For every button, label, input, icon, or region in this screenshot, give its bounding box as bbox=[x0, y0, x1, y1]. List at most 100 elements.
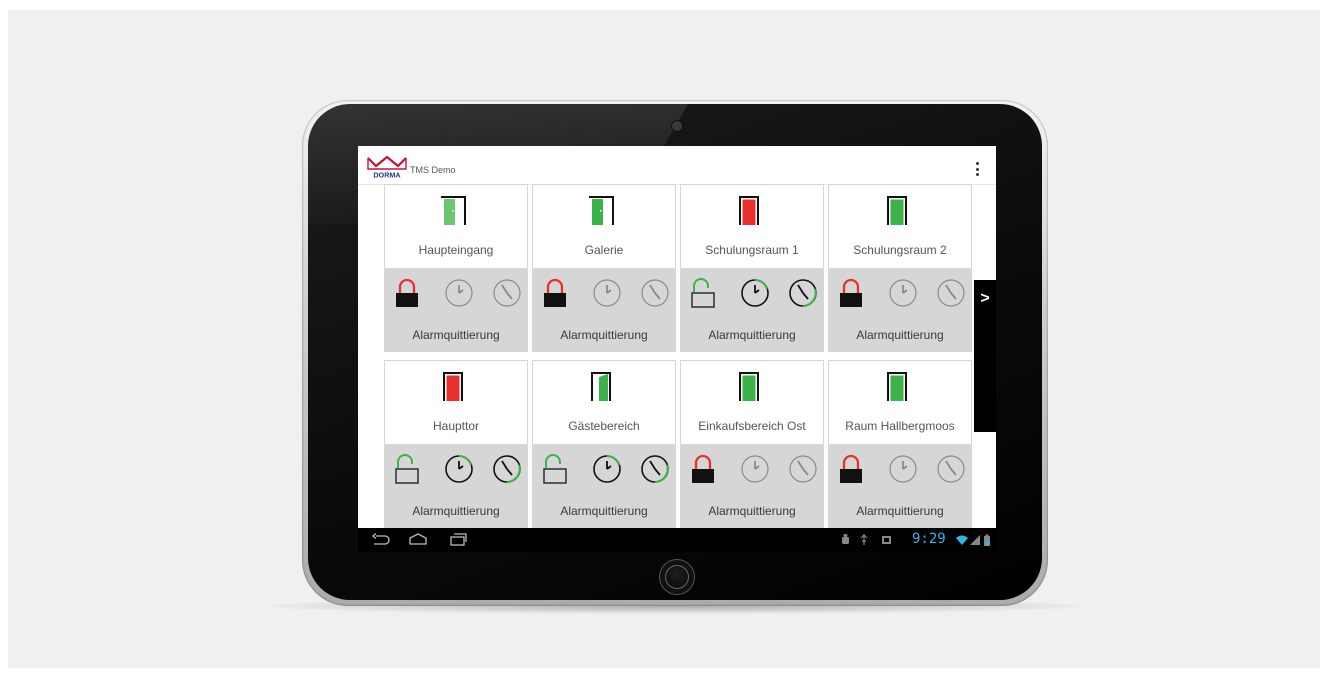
door-card[interactable]: Schulungsraum 1 Alarmquittierung bbox=[680, 184, 824, 352]
alarm-acknowledge-button[interactable]: Alarmquittierung bbox=[532, 504, 676, 518]
timer-clock-icon[interactable] bbox=[886, 278, 920, 308]
lock-open-icon[interactable] bbox=[394, 454, 420, 484]
status-icons-row bbox=[394, 278, 522, 308]
door-closed-icon bbox=[879, 371, 915, 401]
door-card-header[interactable]: Einkaufsbereich Ost bbox=[680, 360, 824, 444]
door-status-panel: Alarmquittierung bbox=[532, 268, 676, 352]
front-camera-icon bbox=[672, 121, 682, 131]
door-status-panel: Alarmquittierung bbox=[828, 444, 972, 528]
next-page-button[interactable]: > bbox=[974, 280, 996, 432]
door-name: Einkaufsbereich Ost bbox=[698, 419, 806, 433]
door-status-panel: Alarmquittierung bbox=[384, 444, 528, 528]
door-card[interactable]: Einkaufsbereich Ost Alarmquittierung bbox=[680, 360, 824, 528]
door-card[interactable]: Galerie Alarmquittierung bbox=[532, 184, 676, 352]
door-closed-icon bbox=[879, 195, 915, 225]
schedule-clock-icon[interactable] bbox=[638, 278, 672, 308]
schedule-clock-icon[interactable] bbox=[638, 454, 672, 484]
status-icons-row bbox=[690, 454, 818, 484]
schedule-clock-icon[interactable] bbox=[934, 454, 968, 484]
door-name: Schulungsraum 2 bbox=[853, 243, 947, 257]
door-status-panel: Alarmquittierung bbox=[384, 268, 528, 352]
schedule-clock-icon[interactable] bbox=[786, 278, 820, 308]
lock-closed-icon[interactable] bbox=[394, 278, 420, 308]
battery-icon bbox=[984, 534, 990, 546]
door-closed-icon bbox=[435, 371, 471, 401]
action-bar: DORMA TMS Demo bbox=[358, 146, 996, 185]
door-card[interactable]: Haupteingang Alarmquittierung bbox=[384, 184, 528, 352]
home-icon[interactable] bbox=[408, 532, 428, 548]
lock-closed-icon[interactable] bbox=[838, 278, 864, 308]
door-ajar-icon bbox=[583, 371, 619, 401]
lock-open-icon[interactable] bbox=[542, 454, 568, 484]
door-card[interactable]: Schulungsraum 2 Alarmquittierung bbox=[828, 184, 972, 352]
system-navigation-bar: 9:29 bbox=[358, 528, 996, 552]
usb-icon bbox=[860, 534, 868, 545]
door-status-panel: Alarmquittierung bbox=[532, 444, 676, 528]
schedule-clock-icon[interactable] bbox=[786, 454, 820, 484]
alarm-acknowledge-button[interactable]: Alarmquittierung bbox=[828, 504, 972, 518]
door-name: Haupteingang bbox=[418, 243, 494, 257]
timer-clock-icon[interactable] bbox=[886, 454, 920, 484]
screenshot-icon bbox=[882, 536, 891, 544]
recent-apps-icon[interactable] bbox=[448, 532, 468, 548]
status-icons-row bbox=[542, 278, 670, 308]
status-icons-row bbox=[838, 454, 966, 484]
alarm-acknowledge-button[interactable]: Alarmquittierung bbox=[532, 328, 676, 342]
door-card[interactable]: Gästebereich Alarmquittierung bbox=[532, 360, 676, 528]
alarm-acknowledge-button[interactable]: Alarmquittierung bbox=[384, 328, 528, 342]
door-open-icon bbox=[583, 195, 619, 225]
system-clock: 9:29 bbox=[912, 531, 946, 547]
back-icon[interactable] bbox=[370, 532, 390, 548]
door-closed-icon bbox=[731, 195, 767, 225]
door-status-panel: Alarmquittierung bbox=[680, 268, 824, 352]
status-icons-row bbox=[690, 278, 818, 308]
door-card-header[interactable]: Schulungsraum 2 bbox=[828, 184, 972, 268]
door-card-header[interactable]: Haupttor bbox=[384, 360, 528, 444]
schedule-clock-icon[interactable] bbox=[490, 454, 524, 484]
status-icons-row bbox=[838, 278, 966, 308]
android-icon bbox=[842, 534, 849, 544]
timer-clock-icon[interactable] bbox=[738, 278, 772, 308]
alarm-acknowledge-button[interactable]: Alarmquittierung bbox=[680, 328, 824, 342]
door-name: Galerie bbox=[584, 243, 624, 257]
tablet-screen: DORMA TMS Demo Haupteingang Alarmquittier… bbox=[358, 146, 996, 552]
door-grid: Haupteingang Alarmquittierung Galerie Alarm… bbox=[384, 184, 972, 528]
lock-closed-icon[interactable] bbox=[838, 454, 864, 484]
alarm-acknowledge-button[interactable]: Alarmquittierung bbox=[384, 504, 528, 518]
door-card-header[interactable]: Haupteingang bbox=[384, 184, 528, 268]
timer-clock-icon[interactable] bbox=[442, 278, 476, 308]
door-name: Schulungsraum 1 bbox=[705, 243, 799, 257]
door-card[interactable]: Haupttor Alarmquittierung bbox=[384, 360, 528, 528]
door-name: Raum Hallbergmoos bbox=[845, 419, 955, 433]
door-card-header[interactable]: Raum Hallbergmoos bbox=[828, 360, 972, 444]
status-icons-row bbox=[542, 454, 670, 484]
status-icons-row bbox=[394, 454, 522, 484]
alarm-acknowledge-button[interactable]: Alarmquittierung bbox=[828, 328, 972, 342]
lock-closed-icon[interactable] bbox=[542, 278, 568, 308]
door-open-icon bbox=[435, 195, 471, 225]
connectivity-icons bbox=[956, 534, 990, 546]
schedule-clock-icon[interactable] bbox=[934, 278, 968, 308]
schedule-clock-icon[interactable] bbox=[490, 278, 524, 308]
timer-clock-icon[interactable] bbox=[442, 454, 476, 484]
overflow-menu-icon[interactable] bbox=[972, 162, 982, 176]
hardware-home-button[interactable] bbox=[660, 560, 694, 594]
svg-text:DORMA: DORMA bbox=[373, 171, 400, 180]
door-card-header[interactable]: Schulungsraum 1 bbox=[680, 184, 824, 268]
lock-open-icon[interactable] bbox=[690, 278, 716, 308]
wifi-icon bbox=[956, 535, 968, 545]
door-closed-icon bbox=[731, 371, 767, 401]
door-name: Haupttor bbox=[432, 419, 480, 433]
timer-clock-icon[interactable] bbox=[738, 454, 772, 484]
door-name: Gästebereich bbox=[568, 419, 640, 433]
door-card-header[interactable]: Galerie bbox=[532, 184, 676, 268]
lock-closed-icon[interactable] bbox=[690, 454, 716, 484]
door-card-header[interactable]: Gästebereich bbox=[532, 360, 676, 444]
dorma-logo: DORMA bbox=[367, 155, 407, 180]
door-status-panel: Alarmquittierung bbox=[828, 268, 972, 352]
timer-clock-icon[interactable] bbox=[590, 454, 624, 484]
door-status-panel: Alarmquittierung bbox=[680, 444, 824, 528]
door-card[interactable]: Raum Hallbergmoos Alarmquittierung bbox=[828, 360, 972, 528]
timer-clock-icon[interactable] bbox=[590, 278, 624, 308]
alarm-acknowledge-button[interactable]: Alarmquittierung bbox=[680, 504, 824, 518]
